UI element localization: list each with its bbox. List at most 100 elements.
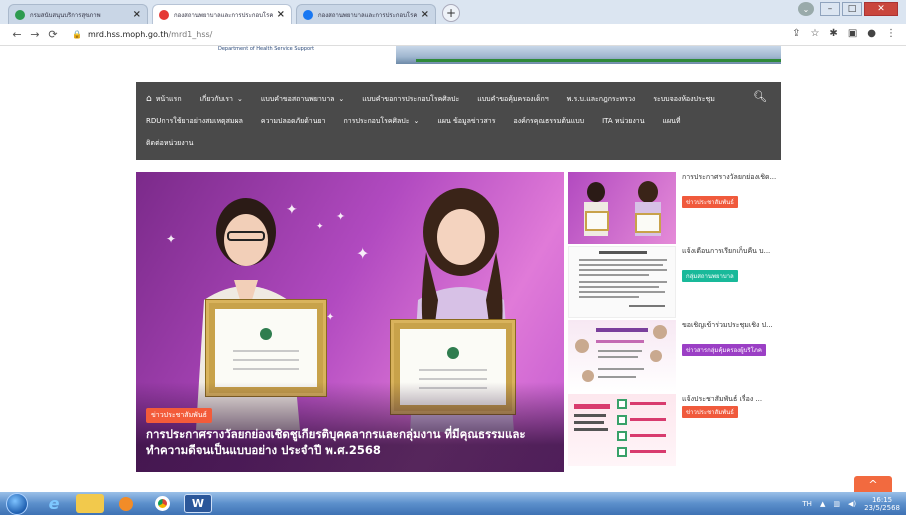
lock-icon: 🔒	[72, 30, 82, 39]
home-icon: ⌂	[146, 94, 152, 104]
volume-icon[interactable]: ◀)	[848, 500, 856, 508]
sparkle-icon: ✦	[336, 210, 346, 223]
banner-building-image	[396, 46, 781, 64]
web-page: Department of Health Service Support ⌂ หน…	[0, 46, 906, 492]
menu-item-home[interactable]: ⌂ หน้าแรก	[146, 94, 182, 105]
menu-item-ita[interactable]: ITA หน่วยงาน	[602, 116, 644, 127]
browser-tab-3[interactable]: กองสถานพยาบาลและการประกอบโรคศิ ×	[296, 4, 436, 24]
menu-item-practice-forms[interactable]: แบบคำขอการประกอบโรคศิลปะ	[362, 94, 459, 105]
department-name: Department of Health Service Support	[218, 46, 315, 52]
news-category-badge[interactable]: ข่าวสารกลุ่มคุ้มครองผู้บริโภค	[682, 344, 766, 356]
news-thumbnail[interactable]	[568, 320, 676, 392]
menu-item-about[interactable]: เกี่ยวกับเรา ⌄	[200, 94, 243, 105]
start-button[interactable]	[6, 492, 28, 515]
url-field[interactable]: 🔒 mrd.hss.moph.go.th/mrd1_hss/	[72, 30, 212, 39]
file-explorer-icon[interactable]	[76, 494, 104, 513]
ie-icon[interactable]: e	[40, 494, 68, 513]
news-category-badge[interactable]: ข่าวประชาสัมพันธ์	[682, 406, 738, 418]
new-tab-button[interactable]: +	[442, 4, 460, 22]
news-title[interactable]: แจ้งประชาสัมพันธ์ เรื่อง ...	[682, 394, 778, 404]
news-item[interactable]: การประกาศรางวัลยกย่องเชิด... ข่าวประชาสั…	[568, 172, 778, 247]
browser-tab-2[interactable]: กองสถานพยาบาลและการประกอบโรคศิ ×	[152, 4, 292, 24]
sidebar-icon[interactable]: ▣	[848, 28, 857, 39]
profile-icon[interactable]: ●	[867, 28, 876, 39]
close-tab-icon[interactable]: ×	[133, 9, 141, 20]
tab-title: กองสถานพยาบาลและการประกอบโรคศิ	[318, 11, 417, 19]
forward-icon[interactable]: →	[26, 28, 44, 41]
network-icon[interactable]: ▥	[833, 500, 840, 508]
share-icon[interactable]: ⇪	[792, 28, 800, 39]
tab-title: กรมสนับสนุนบริการสุขภาพ	[30, 11, 101, 19]
clock-time: 16:15	[871, 495, 893, 504]
menu-item-contact[interactable]: ติดต่อหน่วยงาน	[146, 138, 193, 149]
sparkle-icon: ✦	[316, 222, 324, 232]
clock-date: 23/5/2568	[864, 503, 900, 512]
search-icon[interactable]: 🔍︎	[753, 90, 767, 103]
sparkle-icon: ✦	[166, 232, 177, 246]
news-category-badge[interactable]: กลุ่มสถานพยาบาล	[682, 270, 738, 282]
menu-item-child-protection[interactable]: แบบคำขอคุ้มครองเด็กฯ	[477, 94, 548, 105]
menu-item-moral-org[interactable]: องค์กรคุณธรรมต้นแบบ	[513, 116, 584, 127]
favicon-icon	[159, 9, 169, 20]
sparkle-icon: ✦	[326, 312, 335, 323]
news-thumbnail[interactable]	[568, 172, 676, 244]
close-tab-icon[interactable]: ×	[277, 9, 285, 20]
menu-item-plans-info[interactable]: แผน ข้อมูลข่าวสาร	[437, 116, 495, 127]
menu-item-room-booking[interactable]: ระบบจองห้องประชุม	[653, 94, 715, 105]
tab-search-icon[interactable]: ⌄	[798, 2, 814, 16]
system-tray: TH ▲ ▥ ◀) 16:15 23/5/2568	[802, 492, 900, 515]
window-controls: ⌄ – □ ✕	[798, 2, 898, 16]
browser-menu-icon[interactable]: ⋮	[886, 28, 896, 39]
menu-row-2: RDUการใช้ยาอย่างสมเหตุสมผล ความปลอดภัยด้…	[146, 110, 771, 132]
browser-tab-1[interactable]: กรมสนับสนุนบริการสุขภาพ ×	[8, 4, 148, 24]
menu-item-laws[interactable]: พ.ร.บ.และกฎกระทรวง	[567, 94, 635, 105]
address-bar: ← → ⟳ 🔒 mrd.hss.moph.go.th/mrd1_hss/ ⇪ ☆…	[0, 24, 906, 46]
word-icon[interactable]: W	[184, 494, 212, 513]
url-host: mrd.hss.moph.go.th	[87, 30, 169, 39]
news-title[interactable]: แจ้งเตือนการเรียกเก็บคืน บ...	[682, 246, 778, 256]
news-title[interactable]: ขอเชิญเข้าร่วมประชุมเชิง ป...	[682, 320, 778, 330]
scroll-to-top-button[interactable]: ^	[854, 476, 892, 492]
news-item[interactable]: แจ้งประชาสัมพันธ์ เรื่อง ... ข่าวประชาสั…	[568, 394, 778, 469]
site-banner: Department of Health Service Support	[136, 46, 781, 64]
category-badge[interactable]: ข่าวประชาสัมพันธ์	[146, 408, 212, 423]
news-thumbnail[interactable]	[568, 246, 676, 318]
featured-news[interactable]: ✦ ✦ ✦ ✦ ✦ ✦ ข่าวประชาสัมพันธ์ การประกาศร	[136, 172, 564, 472]
back-icon[interactable]: ←	[8, 28, 26, 41]
news-item[interactable]: แจ้งเตือนการเรียกเก็บคืน บ... กลุ่มสถานพ…	[568, 246, 778, 321]
language-indicator[interactable]: TH	[802, 500, 812, 508]
chevron-down-icon: ⌄	[237, 95, 243, 103]
news-title[interactable]: การประกาศรางวัลยกย่องเชิด...	[682, 172, 778, 182]
menu-item-map[interactable]: แผนที่	[663, 116, 681, 127]
menu-item-art-practice[interactable]: การประกอบโรคศิลปะ ⌄	[344, 116, 420, 127]
news-category-badge[interactable]: ข่าวประชาสัมพันธ์	[682, 196, 738, 208]
reload-icon[interactable]: ⟳	[44, 28, 62, 41]
chrome-icon[interactable]	[148, 494, 176, 513]
extensions-icon[interactable]: ✱	[829, 28, 837, 39]
close-window-button[interactable]: ✕	[864, 2, 898, 16]
close-tab-icon[interactable]: ×	[421, 9, 429, 20]
menu-row-1: ⌂ หน้าแรก เกี่ยวกับเรา ⌄ แบบคำขอสถานพยาบาล…	[146, 88, 771, 110]
show-hidden-icons-icon[interactable]: ▲	[820, 500, 825, 508]
menu-item-drug-safety[interactable]: ความปลอดภัยด้านยา	[261, 116, 326, 127]
menu-item-clinic-forms[interactable]: แบบคำขอสถานพยาบาล ⌄	[261, 94, 344, 105]
media-player-icon[interactable]	[112, 494, 140, 513]
news-item[interactable]: ขอเชิญเข้าร่วมประชุมเชิง ป... ข่าวสารกลุ…	[568, 320, 778, 395]
minimize-button[interactable]: –	[820, 2, 840, 16]
os-taskbar: e W TH ▲ ▥ ◀) 16:15 23/5/2568	[0, 492, 906, 515]
favicon-icon	[303, 9, 313, 20]
clock[interactable]: 16:15 23/5/2568	[864, 496, 900, 512]
menu-item-rdu[interactable]: RDUการใช้ยาอย่างสมเหตุสมผล	[146, 116, 243, 127]
maximize-button[interactable]: □	[842, 2, 862, 16]
browser-tab-strip: กรมสนับสนุนบริการสุขภาพ × กองสถานพยาบาลแ…	[0, 0, 906, 24]
featured-headline[interactable]: การประกาศรางวัลยกย่องเชิดชูเกียรติบุคคลา…	[146, 426, 558, 458]
document-thumbnail	[579, 251, 667, 307]
menu-row-3: ติดต่อหน่วยงาน	[146, 132, 771, 154]
bookmark-star-icon[interactable]: ☆	[810, 28, 819, 39]
chevron-down-icon: ⌄	[338, 95, 345, 103]
news-thumbnail[interactable]	[568, 394, 676, 466]
tab-title: กองสถานพยาบาลและการประกอบโรคศิ	[174, 11, 273, 19]
award-photo-thumbnail	[584, 181, 661, 236]
favicon-icon	[15, 9, 25, 20]
chevron-down-icon: ⌄	[413, 117, 420, 125]
